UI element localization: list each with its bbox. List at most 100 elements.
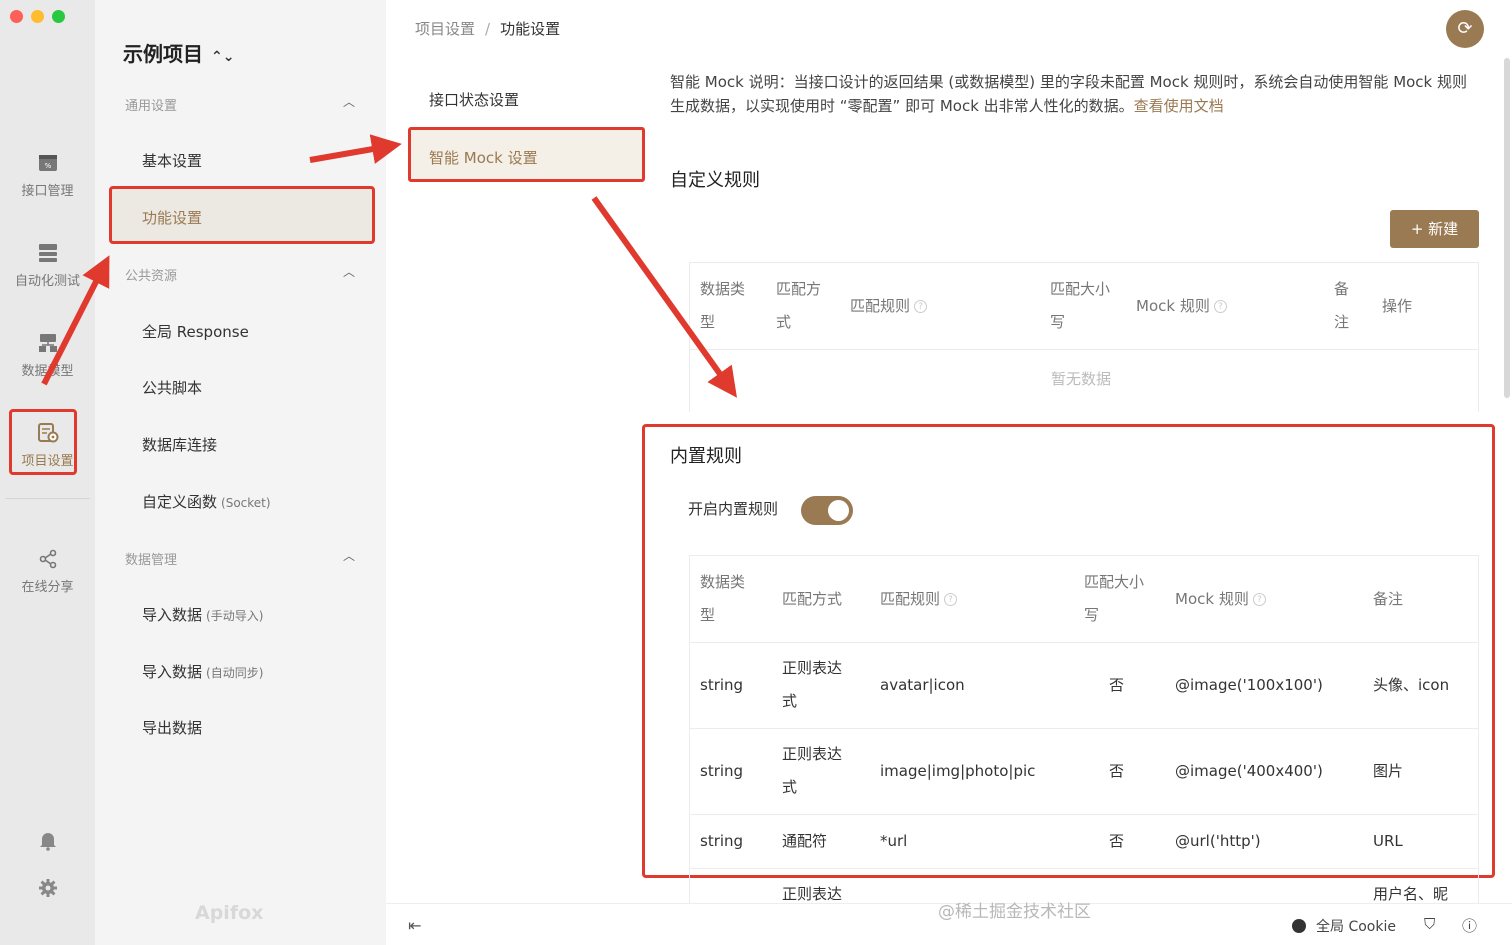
table-cell: 否: [1109, 676, 1125, 694]
group-title: 公共资源: [125, 269, 178, 284]
header-label: 匹配规则: [850, 297, 911, 315]
rail-item-data-model[interactable]: 数据模型: [0, 332, 95, 379]
icon-rail: % 接口管理 自动化测试 数据模型 项目设置 在线分享: [0, 0, 95, 945]
builtin-toggle-label: 开启内置规则: [688, 500, 779, 518]
scrollbar[interactable]: [1504, 58, 1510, 398]
table-cell: 正则表达式: [782, 745, 843, 796]
column-header: Mock 规则?: [1175, 583, 1266, 616]
group-title: 通用设置: [125, 99, 178, 114]
smart-mock-description: 智能 Mock 说明：当接口设计的返回结果 (或数据模型) 里的字段未配置 Mo…: [670, 70, 1470, 118]
shirt-icon[interactable]: ⛉: [1424, 915, 1435, 933]
custom-rules-title: 自定义规则: [670, 170, 760, 191]
table-cell: 否: [1109, 762, 1125, 780]
notification-button[interactable]: [0, 829, 95, 857]
rail-item-automation[interactable]: 自动化测试: [0, 242, 95, 289]
table-cell: @url('http'): [1175, 832, 1261, 850]
global-cookie-button[interactable]: 全局 Cookie: [1292, 916, 1396, 936]
table-cell: URL: [1373, 832, 1403, 850]
column-header: 备注: [1334, 280, 1350, 331]
group-header-general[interactable]: 通用设置 ︿: [125, 95, 355, 114]
group-header-public-resources[interactable]: 公共资源 ︿: [125, 265, 355, 284]
sidebar-item-db-connection[interactable]: 数据库连接: [142, 434, 217, 455]
api-icon: %: [37, 152, 59, 174]
header-label: Mock 规则: [1136, 297, 1210, 315]
help-icon[interactable]: ?: [914, 300, 928, 313]
window-controls: [10, 10, 65, 23]
group-title: 数据管理: [125, 553, 178, 568]
sidebar-item-import-manual[interactable]: 导入数据 (手动导入): [142, 604, 263, 625]
divider: [690, 642, 1478, 643]
data-model-icon: [37, 332, 59, 354]
project-name: 示例项目: [123, 42, 203, 66]
settings-sidebar: 示例项目 ⌃⌄ 通用设置 ︿ 基本设置 功能设置 公共资源 ︿ 全局 Respon…: [95, 0, 386, 945]
table-cell: *url: [880, 832, 908, 850]
chevron-up-icon: ︿: [342, 95, 355, 109]
nav-status-settings[interactable]: 接口状态设置: [429, 89, 519, 110]
column-header: Mock 规则?: [1136, 290, 1227, 323]
column-header: 数据类型: [700, 280, 746, 331]
table-cell: 头像、icon: [1373, 676, 1450, 694]
watermark: @稀土掘金技术社区: [938, 902, 1091, 922]
sidebar-item-export-data[interactable]: 导出数据: [142, 717, 202, 738]
item-sub-label: (Socket): [221, 496, 271, 510]
column-header: 备注: [1373, 590, 1404, 608]
sidebar-item-public-scripts[interactable]: 公共脚本: [142, 377, 202, 398]
nav-smart-mock-settings[interactable]: 智能 Mock 设置: [408, 127, 645, 182]
item-label: 导入数据: [142, 663, 203, 681]
help-icon[interactable]: ?: [1213, 300, 1227, 313]
breadcrumb: 项目设置 / 功能设置: [415, 18, 560, 39]
close-window-button[interactable]: [10, 10, 23, 23]
new-rule-button[interactable]: + 新建: [1390, 210, 1479, 248]
column-header: 匹配规则?: [850, 290, 928, 323]
help-icon[interactable]: ?: [1252, 593, 1266, 606]
sidebar-item-custom-functions[interactable]: 自定义函数 (Socket): [142, 491, 271, 512]
column-header: 匹配规则?: [880, 583, 958, 616]
table-cell: string: [700, 762, 744, 780]
breadcrumb-parent[interactable]: 项目设置: [415, 20, 475, 38]
builtin-rules-toggle[interactable]: [801, 496, 853, 525]
settings-button[interactable]: [0, 877, 95, 905]
project-switcher[interactable]: 示例项目 ⌃⌄: [123, 38, 234, 67]
help-icon[interactable]: ?: [944, 593, 958, 606]
cookie-label: 全局 Cookie: [1316, 919, 1396, 935]
chevron-updown-icon: ⌃⌄: [211, 49, 235, 65]
header-label: Mock 规则: [1175, 590, 1249, 608]
group-header-data-management[interactable]: 数据管理 ︿: [125, 549, 355, 568]
custom-rules-table: 数据类型 匹配方式 匹配规则? 匹配大小写 Mock 规则? 备注 操作 暂无数…: [689, 262, 1479, 412]
automation-icon: [37, 242, 59, 264]
divider: [690, 728, 1478, 729]
rail-item-api[interactable]: % 接口管理: [0, 152, 95, 199]
sidebar-item-feature-settings[interactable]: 功能设置: [142, 207, 202, 228]
builtin-rules-table: 数据类型 匹配方式 匹配规则? 匹配大小写 Mock 规则? 备注 string…: [689, 555, 1479, 903]
divider: [690, 868, 1478, 869]
sidebar-item-global-response[interactable]: 全局 Response: [142, 321, 249, 342]
divider: [5, 498, 90, 499]
gear-icon: [37, 877, 59, 899]
rail-item-share[interactable]: 在线分享: [0, 548, 95, 595]
table-cell: 正则表达式: [782, 659, 843, 710]
table-cell: string: [700, 832, 744, 850]
minimize-window-button[interactable]: [31, 10, 44, 23]
svg-text:%: %: [44, 162, 51, 170]
highlight-box: [9, 409, 77, 475]
sidebar-item-import-auto[interactable]: 导入数据 (自动同步): [142, 661, 263, 682]
docs-link[interactable]: 查看使用文档: [1134, 97, 1224, 115]
collapse-sidebar-icon[interactable]: ⇤: [408, 916, 421, 935]
table-cell: avatar|icon: [880, 676, 965, 694]
table-cell: 通配符: [782, 832, 828, 850]
breadcrumb-current: 功能设置: [500, 20, 561, 38]
table-cell: @image('400x400'): [1175, 762, 1323, 780]
table-cell: @image('100x100'): [1175, 676, 1323, 694]
sidebar-item-basic-settings[interactable]: 基本设置: [142, 150, 202, 171]
cookie-icon: [1292, 919, 1306, 933]
sync-icon[interactable]: ⟳: [1446, 10, 1484, 48]
column-header: 匹配大小写: [1084, 573, 1145, 624]
item-label: 自定义函数: [142, 493, 218, 511]
share-icon: [37, 548, 59, 570]
divider: [690, 349, 1478, 350]
help-icon[interactable]: ⓘ: [1462, 915, 1477, 936]
chevron-up-icon: ︿: [342, 265, 355, 279]
main-content: 项目设置 / 功能设置 ⟳ 接口状态设置 智能 Mock 设置 智能 Mock 说明…: [386, 0, 1512, 945]
nav-label: 智能 Mock 设置: [429, 149, 538, 167]
zoom-window-button[interactable]: [52, 10, 65, 23]
